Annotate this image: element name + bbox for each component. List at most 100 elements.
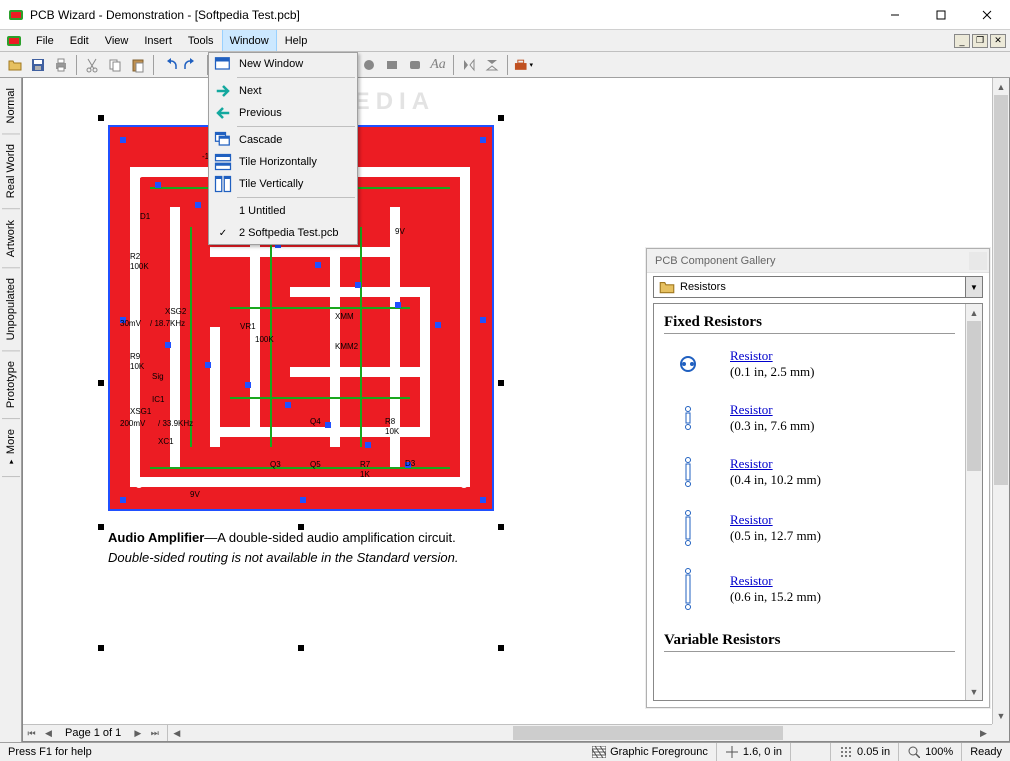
menu-cascade[interactable]: Cascade xyxy=(209,129,357,151)
rect-tool[interactable] xyxy=(381,54,403,76)
scroll-down-icon[interactable]: ▼ xyxy=(966,683,982,700)
flip-v-tool[interactable] xyxy=(481,54,503,76)
menu-next[interactable]: Next xyxy=(209,80,357,102)
resistor-icon xyxy=(664,406,712,430)
toolbox-button[interactable]: ▾ xyxy=(512,54,534,76)
component-gallery[interactable]: PCB Component Gallery Resistors ▼ Fixed … xyxy=(646,248,990,708)
undo-button[interactable] xyxy=(158,54,180,76)
view-sidebar: Normal Real World Artwork Unpopulated Pr… xyxy=(0,78,22,742)
status-coords: 1.6, 0 in xyxy=(717,743,791,761)
gallery-close-icon[interactable] xyxy=(969,252,987,270)
gallery-dim: (0.5 in, 12.7 mm) xyxy=(730,528,821,544)
gallery-link[interactable]: Resistor xyxy=(730,456,821,472)
first-page-button[interactable]: ⏮ xyxy=(23,725,40,742)
canvas-vscroll[interactable]: ▲ ▼ xyxy=(992,78,1009,724)
scroll-thumb[interactable] xyxy=(967,321,981,471)
scroll-up-icon[interactable]: ▲ xyxy=(966,304,982,321)
sidebar-tab-unpopulated[interactable]: Unpopulated xyxy=(2,268,20,351)
menu-window[interactable]: Window xyxy=(222,30,277,51)
sidebar-tab-normal[interactable]: Normal xyxy=(2,78,20,134)
canvas[interactable]: S TPEDIA xyxy=(22,78,1010,742)
menu-tile-h-label: Tile Horizontally xyxy=(239,156,317,168)
gallery-dim: (0.3 in, 7.6 mm) xyxy=(730,418,815,434)
flip-h-tool[interactable] xyxy=(458,54,480,76)
page-indicator: Page 1 of 1 xyxy=(57,727,129,739)
mdi-minimize-button[interactable]: _ xyxy=(954,34,970,48)
gallery-scrollbar[interactable]: ▲ ▼ xyxy=(965,304,982,700)
title-bar: PCB Wizard - Demonstration - [Softpedia … xyxy=(0,0,1010,30)
mdi-close-button[interactable]: ✕ xyxy=(990,34,1006,48)
scroll-right-icon[interactable]: ▶ xyxy=(975,725,992,741)
menu-new-window-label: New Window xyxy=(239,58,303,70)
menu-tools[interactable]: Tools xyxy=(180,30,222,51)
next-page-button[interactable]: ▶ xyxy=(129,725,146,742)
grid-icon xyxy=(839,746,853,758)
gallery-section-fixed: Fixed Resistors xyxy=(664,314,955,334)
redo-button[interactable] xyxy=(181,54,203,76)
resistor-icon xyxy=(664,568,712,610)
menu-help[interactable]: Help xyxy=(277,30,316,51)
cascade-icon xyxy=(213,132,233,148)
toolbar: Aa ▾ xyxy=(0,52,1010,78)
minimize-button[interactable] xyxy=(872,0,918,30)
gallery-item[interactable]: Resistor(0.1 in, 2.5 mm) xyxy=(664,348,955,380)
copy-button[interactable] xyxy=(104,54,126,76)
menu-doc-2-label: 2 Softpedia Test.pcb xyxy=(239,227,338,239)
open-button[interactable] xyxy=(4,54,26,76)
text-tool[interactable]: Aa xyxy=(427,54,449,76)
crosshair-icon xyxy=(725,746,739,758)
status-grid[interactable]: 0.05 in xyxy=(831,743,899,761)
menu-tile-h[interactable]: Tile Horizontally xyxy=(209,151,357,173)
gallery-link[interactable]: Resistor xyxy=(730,402,815,418)
menu-edit[interactable]: Edit xyxy=(62,30,97,51)
menu-new-window[interactable]: New Window xyxy=(209,53,357,75)
menu-doc-1[interactable]: 1 Untitled xyxy=(209,200,357,222)
caption-title: Audio Amplifier xyxy=(108,530,204,545)
scroll-left-icon[interactable]: ◀ xyxy=(168,725,185,741)
status-layer[interactable]: Graphic Foregrounc xyxy=(584,743,717,761)
menu-view[interactable]: View xyxy=(97,30,137,51)
canvas-hscroll[interactable]: ◀ ▶ xyxy=(167,725,992,741)
status-zoom[interactable]: 100% xyxy=(899,743,962,761)
menu-doc-2[interactable]: ✓ 2 Softpedia Test.pcb xyxy=(209,222,357,244)
gallery-content: Fixed Resistors Resistor(0.1 in, 2.5 mm)… xyxy=(654,304,965,700)
gallery-link[interactable]: Resistor xyxy=(730,573,821,589)
sidebar-tab-more[interactable]: More xyxy=(2,419,20,477)
menu-tile-v-label: Tile Vertically xyxy=(239,178,303,190)
maximize-button[interactable] xyxy=(918,0,964,30)
menu-file[interactable]: File xyxy=(28,30,62,51)
gallery-item[interactable]: Resistor(0.5 in, 12.7 mm) xyxy=(664,510,955,546)
scroll-up-icon[interactable]: ▲ xyxy=(993,78,1009,95)
round-rect-tool[interactable] xyxy=(404,54,426,76)
chevron-down-icon[interactable]: ▼ xyxy=(965,277,982,297)
scroll-thumb[interactable] xyxy=(513,726,783,740)
last-page-button[interactable]: ⏭ xyxy=(146,725,163,742)
circle-tool[interactable] xyxy=(358,54,380,76)
gallery-link[interactable]: Resistor xyxy=(730,348,815,364)
menu-insert[interactable]: Insert xyxy=(136,30,180,51)
gallery-titlebar[interactable]: PCB Component Gallery xyxy=(647,249,989,273)
sidebar-tab-artwork[interactable]: Artwork xyxy=(2,210,20,268)
close-button[interactable] xyxy=(964,0,1010,30)
sidebar-tab-prototype[interactable]: Prototype xyxy=(2,351,20,419)
gallery-item[interactable]: Resistor(0.4 in, 10.2 mm) xyxy=(664,456,955,488)
prev-page-button[interactable]: ◀ xyxy=(40,725,57,742)
gallery-item[interactable]: Resistor(0.3 in, 7.6 mm) xyxy=(664,402,955,434)
menu-tile-v[interactable]: Tile Vertically xyxy=(209,173,357,195)
sidebar-tab-real-world[interactable]: Real World xyxy=(2,134,20,209)
save-button[interactable] xyxy=(27,54,49,76)
menu-previous[interactable]: Previous xyxy=(209,102,357,124)
scroll-down-icon[interactable]: ▼ xyxy=(993,707,1009,724)
new-window-icon xyxy=(213,56,233,72)
print-button[interactable] xyxy=(50,54,72,76)
scroll-thumb[interactable] xyxy=(994,95,1008,485)
mdi-restore-button[interactable]: ❐ xyxy=(972,34,988,48)
gallery-link[interactable]: Resistor xyxy=(730,512,821,528)
hatch-icon xyxy=(592,746,606,758)
status-help: Press F1 for help xyxy=(0,743,584,761)
paste-button[interactable] xyxy=(127,54,149,76)
resistor-icon xyxy=(664,457,712,487)
cut-button[interactable] xyxy=(81,54,103,76)
gallery-category-combo[interactable]: Resistors ▼ xyxy=(653,276,983,298)
gallery-item[interactable]: Resistor(0.6 in, 15.2 mm) xyxy=(664,568,955,610)
